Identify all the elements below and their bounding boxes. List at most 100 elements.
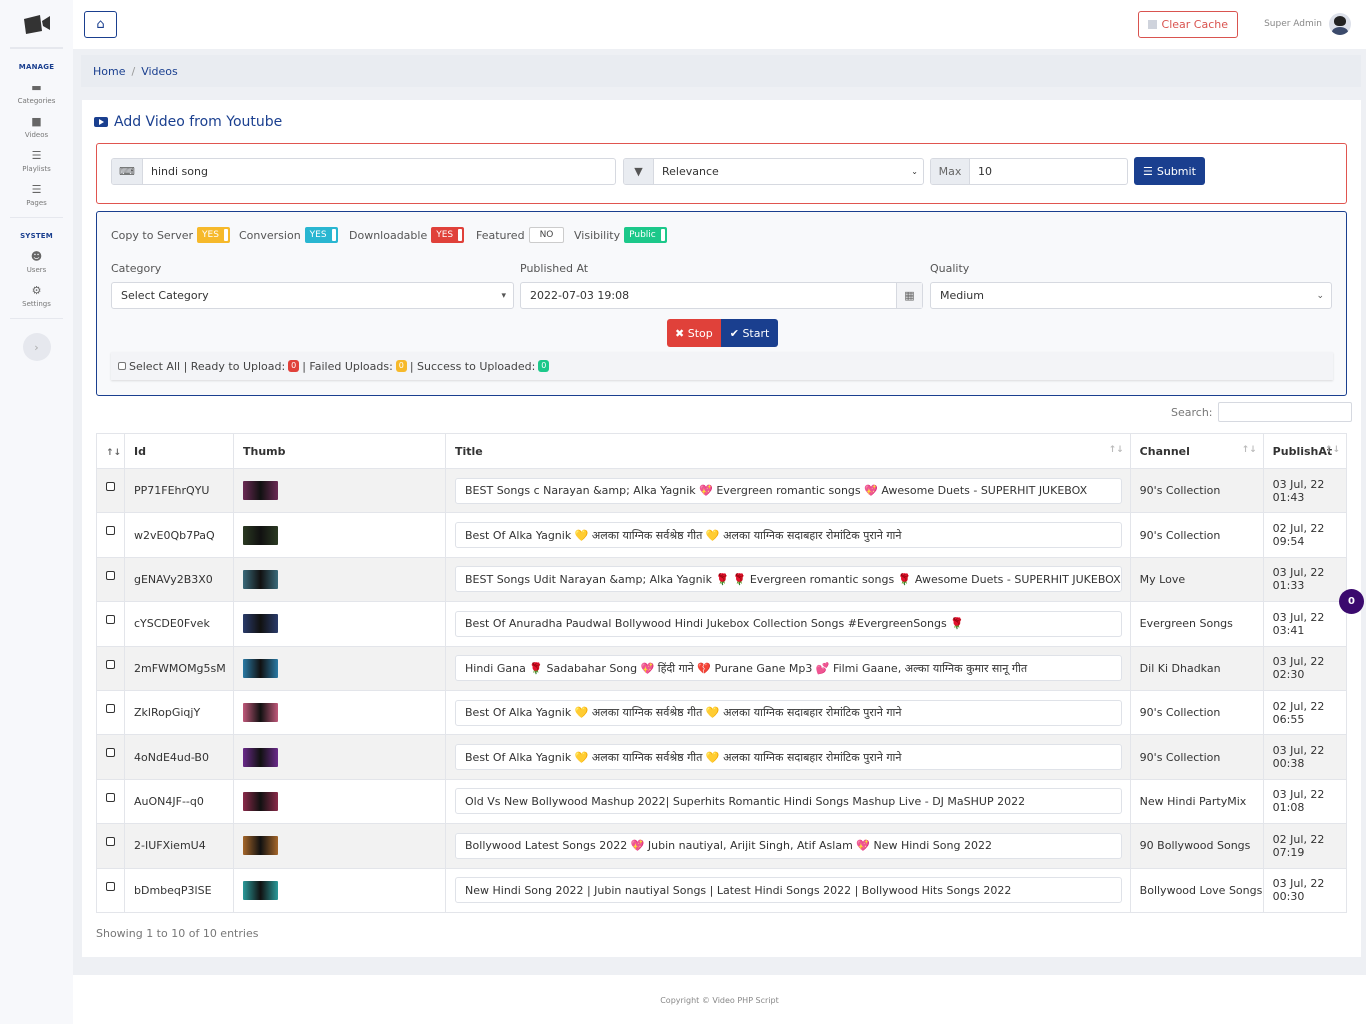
quality-select[interactable]: Medium ⌄ [930,282,1332,309]
featured-toggle[interactable]: Featured NO [476,227,565,243]
submit-button[interactable]: ☰ Submit [1134,157,1205,185]
chevron-right-icon: › [34,340,39,354]
column-channel[interactable]: Channel ↑↓ [1129,433,1264,469]
order-select[interactable]: ▼ Relevance ⌄ [623,158,924,185]
row-checkbox[interactable] [106,482,115,491]
downloadable-toggle[interactable]: Downloadable YES [349,227,465,243]
video-thumbnail [243,747,278,767]
sidebar-item-settings[interactable]: ⚙ Settings [0,284,73,308]
video-thumbnail [243,703,278,723]
video-title-input[interactable]: Best Of Anuradha Paudwal Bollywood Hindi… [455,610,1122,637]
video-title-input[interactable]: Best Of Alka Yagnik 💛 अलका याग्निक सर्वश… [455,522,1122,549]
failed-count-badge: 0 [395,360,407,372]
title-cell: Hindi Gana 🌹 Sadabahar Song 💖 हिंदी गाने… [445,645,1131,691]
stop-button[interactable]: ✖ Stop [667,319,721,347]
table-row: PP71FEhrQYU BEST Songs c Narayan &amp; A… [96,467,1348,514]
column-id[interactable]: Id [124,433,234,469]
published-at-input[interactable]: 2022-07-03 19:08 ▦ [520,282,923,309]
quality-label: Quality [930,262,970,275]
youtube-icon [94,117,108,127]
square-icon [1147,20,1157,29]
video-title-input[interactable]: Old Vs New Bollywood Mashup 2022| Superh… [455,788,1122,815]
sort-column-header[interactable]: ↑↓ [96,433,125,469]
upload-status-bar: Select All | Ready to Upload: 0 | Failed… [111,352,1333,380]
home-button[interactable]: ⌂ [84,11,117,38]
row-checkbox[interactable] [106,792,115,802]
video-title-input[interactable]: New Hindi Song 2022 | Jubin nautiyal Son… [455,877,1122,904]
video-publish-date: 03 Jul, 22 01:33 [1262,556,1348,603]
sidebar-item-pages[interactable]: ☰ Pages [0,183,73,207]
sidebar-item-users[interactable]: ☻ Users [0,250,73,274]
table-row: 4oNdE4ud-B0 Best Of Alka Yagnik 💛 अलका य… [96,734,1348,780]
start-button[interactable]: ✔ Start [720,319,779,347]
category-select[interactable]: Select Category ▾ [111,282,514,309]
video-title-input[interactable]: Hindi Gana 🌹 Sadabahar Song 💖 हिंदी गाने… [455,655,1122,682]
video-channel: Evergreen Songs [1129,601,1264,647]
folder-icon: ▬ [31,81,42,94]
conversion-toggle[interactable]: Conversion YES [239,227,338,243]
video-channel: 90's Collection [1129,512,1264,558]
user-name[interactable]: Super Admin [1264,19,1322,29]
video-publish-date: 03 Jul, 22 00:30 [1262,867,1348,913]
video-title-input[interactable]: BEST Songs Udit Narayan &amp; Alka Yagni… [455,566,1122,593]
floating-count-badge[interactable]: 0 [1339,589,1364,614]
calendar-icon[interactable]: ▦ [896,283,922,308]
row-checkbox[interactable] [106,570,115,580]
breadcrumb-current[interactable]: Videos [141,65,178,78]
title-cell: Best Of Alka Yagnik 💛 अलका याग्निक सर्वश… [445,734,1131,780]
row-checkbox[interactable] [106,881,115,891]
visibility-toggle[interactable]: Visibility Public [574,227,667,243]
max-results-input[interactable]: Max 10 [930,158,1128,185]
sidebar-toggle-button[interactable]: › [22,333,51,361]
video-title-input[interactable]: Best Of Alka Yagnik 💛 अलका याग्निक सर्वश… [455,744,1122,771]
table-row: bDmbeqP3lSE New Hindi Song 2022 | Jubin … [96,867,1348,913]
keyboard-icon: ⌨ [112,159,143,184]
list-icon: ☰ [31,183,42,196]
column-title[interactable]: Title ↑↓ [445,433,1131,469]
row-checkbox[interactable] [106,748,115,758]
row-checkbox[interactable] [106,526,115,536]
row-checkbox[interactable] [106,615,115,625]
table-search: Search: [1171,402,1352,422]
search-query-input[interactable]: hindi song [143,159,615,184]
title-cell: Best Of Anuradha Paudwal Bollywood Hindi… [445,601,1131,647]
logo-video-camera-icon[interactable] [10,0,63,49]
video-title-input[interactable]: Bollywood Latest Songs 2022 💖 Jubin naut… [455,832,1122,859]
video-channel: 90's Collection [1129,467,1264,514]
sidebar-divider [10,217,63,218]
thumb-cell [233,867,446,913]
breadcrumb-home[interactable]: Home [93,65,125,78]
table-row: w2vE0Qb7PaQ Best Of Alka Yagnik 💛 अलका य… [96,512,1348,558]
video-id: w2vE0Qb7PaQ [124,512,234,558]
sidebar-item-videos[interactable]: ■ Videos [0,115,73,139]
video-title-input[interactable]: BEST Songs c Narayan &amp; Alka Yagnik 💖… [455,477,1122,504]
column-thumb[interactable]: Thumb [233,433,446,469]
video-id: gENAVy2B3X0 [124,556,234,603]
video-thumbnail [243,614,278,634]
sidebar-item-categories[interactable]: ▬ Categories [0,81,73,105]
row-checkbox[interactable] [106,837,115,847]
row-checkbox[interactable] [106,659,115,669]
select-all-checkbox[interactable] [118,362,126,370]
clear-cache-button[interactable]: Clear Cache [1137,11,1238,38]
card-title: Add Video from Youtube [94,114,282,130]
table-row: 2-IUFXiemU4 Bollywood Latest Songs 2022 … [96,823,1348,869]
table-row: 2mFWMOMg5sM Hindi Gana 🌹 Sadabahar Song … [96,645,1348,691]
copy-to-server-toggle[interactable]: Copy to Server YES [111,227,230,243]
avatar[interactable] [1329,13,1351,35]
video-publish-date: 02 Jul, 22 09:54 [1262,512,1348,558]
row-select-cell [96,867,125,913]
x-icon: ✖ [675,326,685,340]
title-cell: Best Of Alka Yagnik 💛 अलका याग्निक सर्वश… [445,512,1131,558]
title-cell: Bollywood Latest Songs 2022 💖 Jubin naut… [445,823,1131,869]
video-title-input[interactable]: Best Of Alka Yagnik 💛 अलका याग्निक सर्वश… [455,699,1122,726]
video-channel: Bollywood Love Songs [1129,867,1264,913]
users-icon: ☻ [30,250,43,263]
column-publishat[interactable]: PublishAt ↑↓ [1262,433,1348,469]
sidebar-item-playlists[interactable]: ☰ Playlists [0,149,73,173]
table-search-input[interactable] [1217,402,1352,422]
row-checkbox[interactable] [106,703,115,713]
video-id: ZklRopGiqjY [124,689,234,736]
video-id: 2mFWMOMg5sM [124,645,234,691]
query-input-group[interactable]: ⌨ hindi song [111,158,616,185]
